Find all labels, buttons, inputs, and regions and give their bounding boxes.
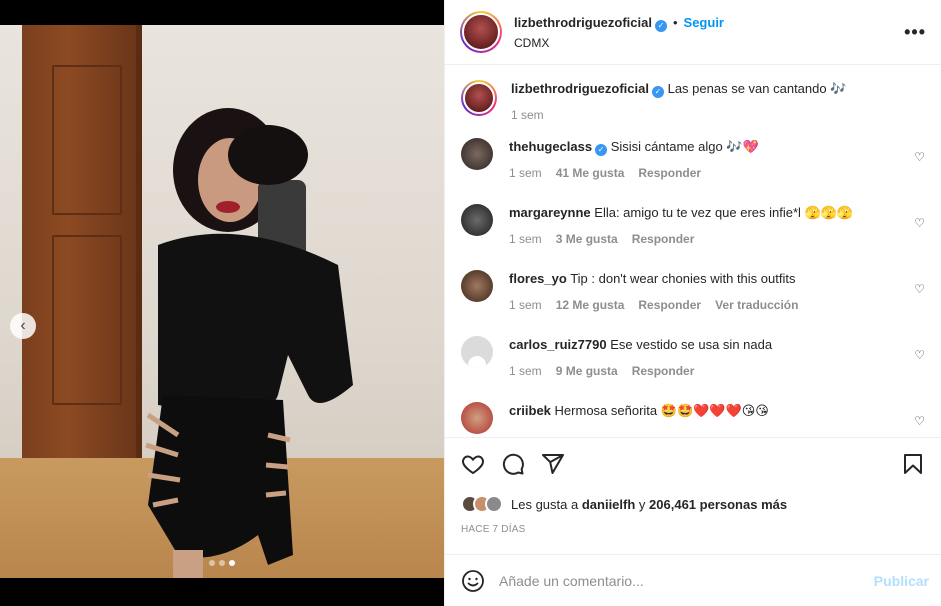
caption-avatar[interactable] bbox=[461, 80, 497, 116]
comment-like-heart-icon[interactable]: ♡ bbox=[914, 348, 925, 362]
commenter-avatar[interactable] bbox=[461, 204, 493, 236]
reply-button[interactable]: Responder bbox=[638, 166, 701, 180]
comment-item: thehugeclass ✓ Sisisi cántame algo 🎶💖 1 s… bbox=[461, 138, 925, 190]
comment-text: Tip : don't wear chonies with this outfi… bbox=[570, 271, 796, 286]
comment-item: margareynne Ella: amigo tu te vez que er… bbox=[461, 204, 925, 256]
likes-text: Les gusta a daniielfh y 206,461 personas… bbox=[511, 496, 788, 512]
comment-text: Sisisi cántame algo 🎶💖 bbox=[610, 139, 759, 154]
comment-username[interactable]: carlos_ruiz7790 bbox=[509, 337, 607, 352]
commenter-avatar[interactable] bbox=[461, 138, 493, 170]
default-avatar-icon[interactable] bbox=[461, 336, 493, 368]
caption-username[interactable]: lizbethrodriguezoficial bbox=[511, 81, 649, 96]
post-date[interactable]: HACE 7 DÍAS bbox=[461, 524, 925, 546]
comment-likes[interactable]: 9 Me gusta bbox=[556, 364, 618, 378]
comment-text: Hermosa señorita 🤩🤩❤️❤️❤️😘😘 bbox=[554, 403, 769, 418]
comment-like-heart-icon[interactable]: ♡ bbox=[914, 216, 925, 230]
previous-media-button[interactable]: ‹ bbox=[10, 313, 36, 339]
likes-count[interactable]: 206,461 personas más bbox=[649, 497, 787, 512]
comment-input[interactable] bbox=[499, 572, 874, 589]
comment-like-heart-icon[interactable]: ♡ bbox=[914, 414, 925, 428]
comment-item: carlos_ruiz7790 Ese vestido se usa sin n… bbox=[461, 336, 925, 388]
post-actions: Les gusta a daniielfh y 206,461 personas… bbox=[445, 437, 941, 606]
comment-icon[interactable] bbox=[501, 452, 525, 476]
verified-badge-icon: ✓ bbox=[595, 144, 608, 156]
emoji-icon[interactable] bbox=[461, 569, 485, 593]
post-header: lizbethrodriguezoficial ✓ • Seguir CDMX ••• bbox=[445, 0, 941, 65]
media-dot bbox=[219, 560, 225, 566]
comment-like-heart-icon[interactable]: ♡ bbox=[914, 282, 925, 296]
comment-item: flores_yo Tip : don't wear chonies with … bbox=[461, 270, 925, 322]
more-options-icon[interactable]: ••• bbox=[904, 22, 926, 43]
comment-item: criibek Hermosa señorita 🤩🤩❤️❤️❤️😘😘 ♡ bbox=[461, 402, 925, 437]
reply-button[interactable]: Responder bbox=[632, 364, 695, 378]
media-dot bbox=[209, 560, 215, 566]
post-author-info: lizbethrodriguezoficial ✓ • Seguir CDMX bbox=[514, 15, 904, 50]
follow-button[interactable]: Seguir bbox=[684, 15, 724, 30]
heart-icon[interactable] bbox=[461, 452, 485, 476]
post-side-panel: lizbethrodriguezoficial ✓ • Seguir CDMX •••… bbox=[444, 0, 941, 606]
post-caption: lizbethrodriguezoficial ✓ Las penas se va… bbox=[461, 80, 925, 122]
post-location[interactable]: CDMX bbox=[514, 36, 904, 50]
liker-username[interactable]: daniielfh bbox=[582, 497, 635, 512]
post-modal: ‹ lizbethrodriguezoficial ✓ • Seguir CDMX •… bbox=[0, 0, 941, 606]
post-media[interactable]: ‹ bbox=[0, 25, 444, 578]
comment-time[interactable]: 1 sem bbox=[509, 232, 542, 246]
author-username[interactable]: lizbethrodriguezoficial bbox=[514, 15, 652, 30]
commenter-avatar[interactable] bbox=[461, 270, 493, 302]
comment-username[interactable]: thehugeclass bbox=[509, 139, 592, 154]
author-avatar[interactable] bbox=[460, 11, 502, 53]
media-pagination bbox=[0, 560, 444, 566]
comment-text: Ese vestido se usa sin nada bbox=[610, 337, 773, 352]
action-bar bbox=[461, 438, 925, 490]
send-icon[interactable] bbox=[541, 452, 565, 476]
comment-time[interactable]: 1 sem bbox=[509, 166, 542, 180]
see-translation-button[interactable]: Ver traducción bbox=[715, 298, 798, 312]
verified-badge-icon: ✓ bbox=[654, 19, 667, 32]
reply-button[interactable]: Responder bbox=[632, 232, 695, 246]
comment-like-heart-icon[interactable]: ♡ bbox=[914, 150, 925, 164]
caption-text: Las penas se van cantando 🎶 bbox=[667, 81, 847, 96]
caption-time[interactable]: 1 sem bbox=[511, 108, 544, 122]
commenter-avatar[interactable] bbox=[461, 402, 493, 434]
likes-summary: Les gusta a daniielfh y 206,461 personas… bbox=[461, 490, 925, 518]
comment-likes[interactable]: 3 Me gusta bbox=[556, 232, 618, 246]
comment-time[interactable]: 1 sem bbox=[509, 364, 542, 378]
comment-username[interactable]: flores_yo bbox=[509, 271, 567, 286]
media-dot-active bbox=[229, 560, 235, 566]
liker-avatars[interactable] bbox=[461, 495, 503, 513]
publish-button[interactable]: Publicar bbox=[874, 573, 929, 589]
comment-username[interactable]: criibek bbox=[509, 403, 551, 418]
separator-dot: • bbox=[672, 14, 678, 30]
add-comment-bar: Publicar bbox=[445, 554, 941, 606]
comments-list[interactable]: lizbethrodriguezoficial ✓ Las penas se va… bbox=[445, 66, 941, 437]
comment-likes[interactable]: 12 Me gusta bbox=[556, 298, 625, 312]
verified-badge-icon: ✓ bbox=[651, 86, 664, 98]
comment-text: Ella: amigo tu te vez que eres infie*l 🫣… bbox=[594, 205, 854, 220]
reply-button[interactable]: Responder bbox=[638, 298, 701, 312]
comment-time[interactable]: 1 sem bbox=[509, 298, 542, 312]
comment-likes[interactable]: 41 Me gusta bbox=[556, 166, 625, 180]
comment-username[interactable]: margareynne bbox=[509, 205, 591, 220]
photo-subject bbox=[145, 108, 353, 578]
bookmark-icon[interactable] bbox=[901, 452, 925, 476]
